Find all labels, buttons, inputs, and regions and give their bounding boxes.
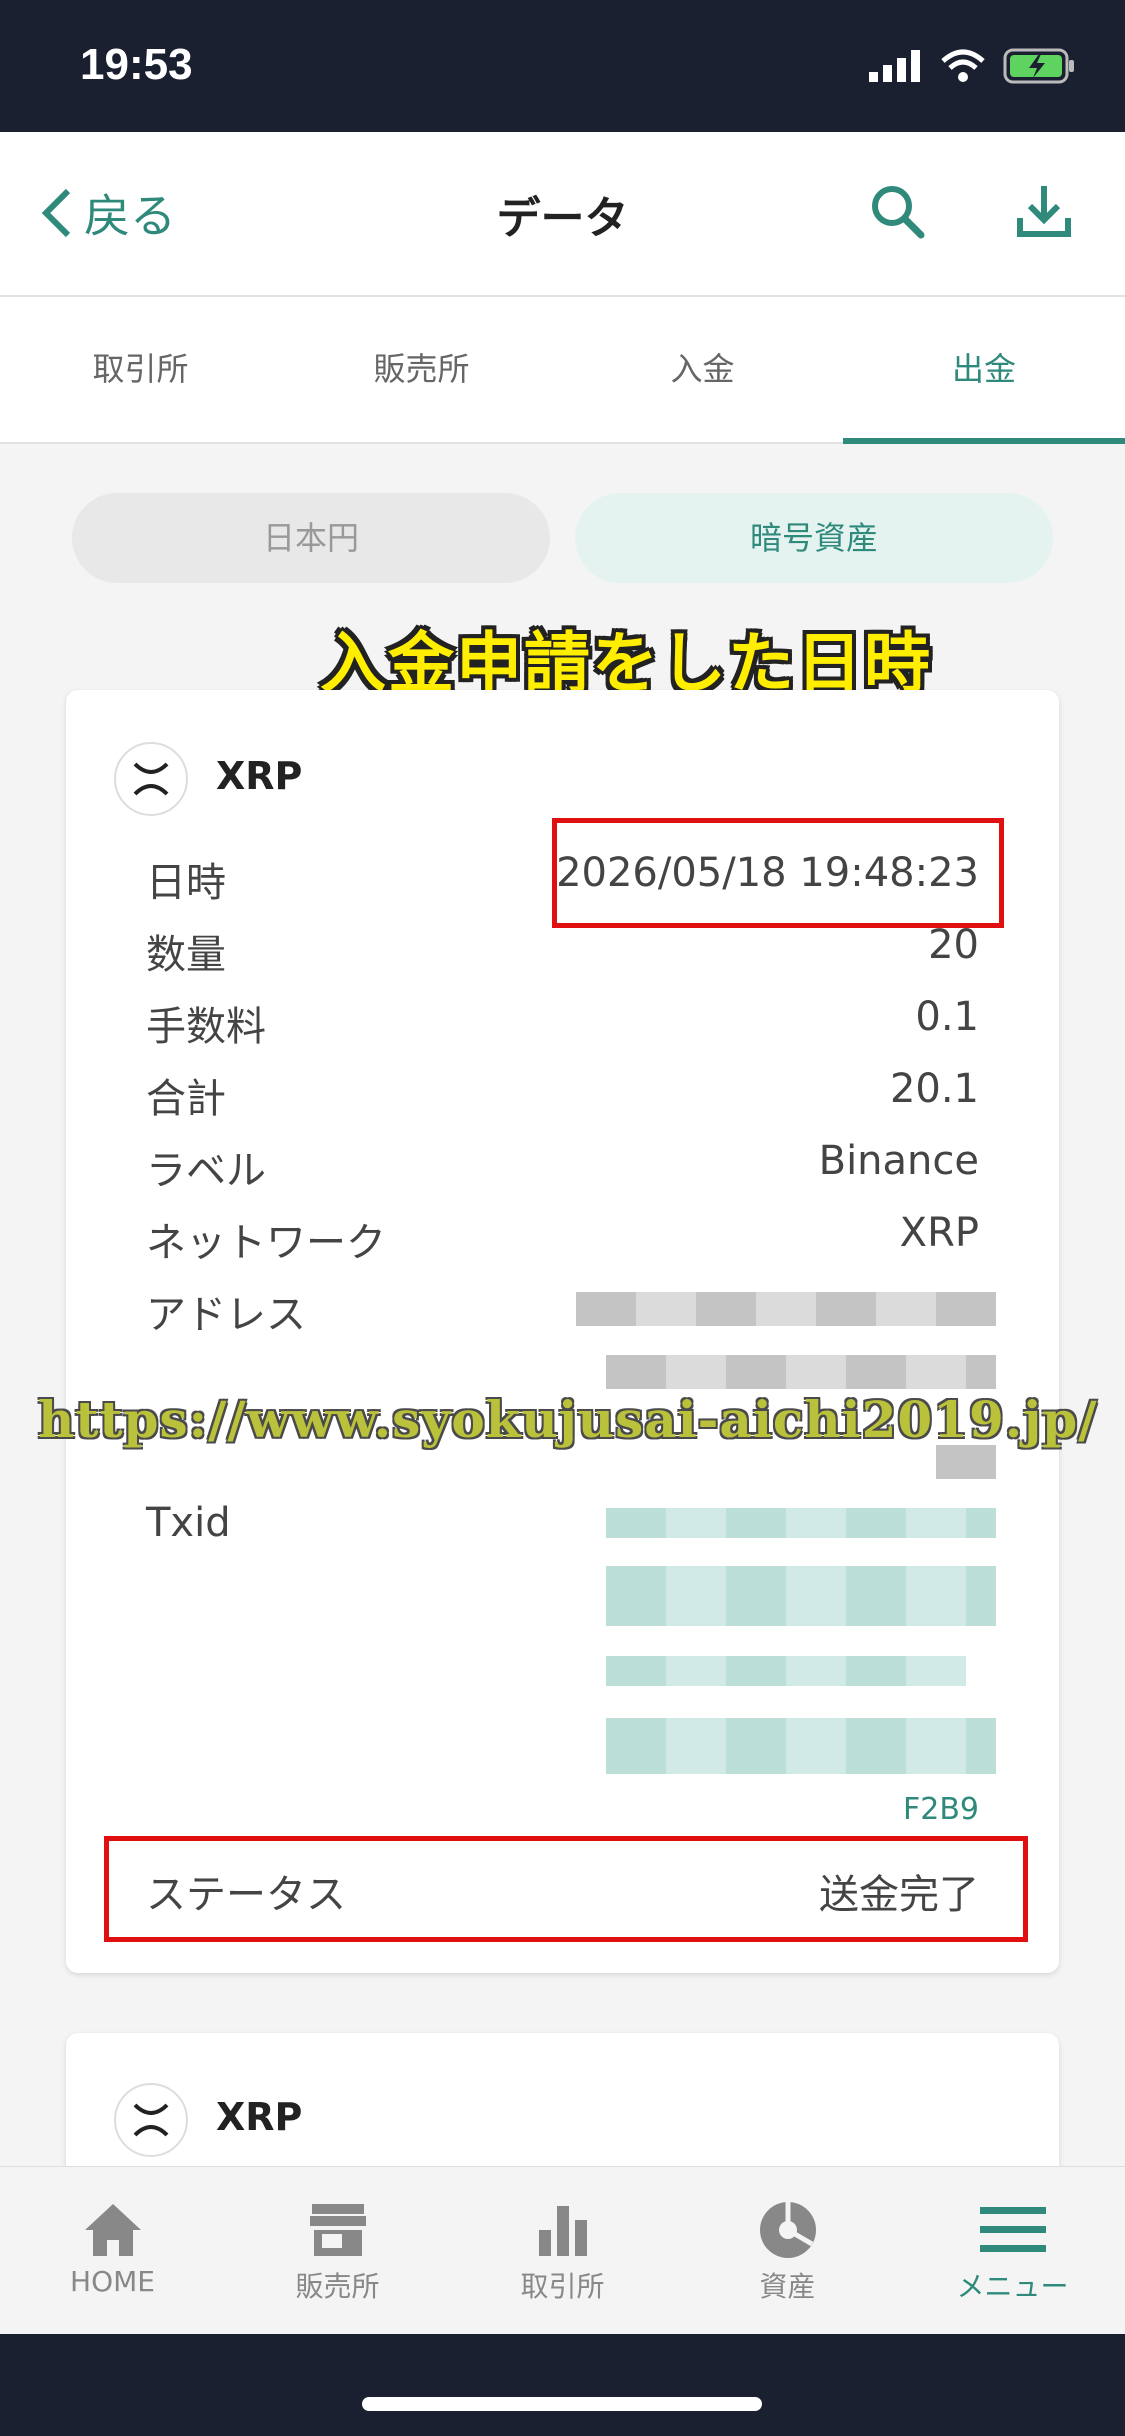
tab-sales[interactable]: 販売所 <box>281 297 562 442</box>
segment-crypto[interactable]: 暗号資産 <box>575 493 1053 583</box>
bottom-nav-menu[interactable]: メニュー <box>900 2195 1125 2305</box>
bottom-nav: HOME 販売所 取引所 資産 メニュー <box>0 2166 1125 2335</box>
address-redacted <box>936 1445 996 1479</box>
status-time: 19:53 <box>80 40 193 89</box>
status-bar: 19:53 <box>0 0 1125 132</box>
nav-bar: 戻る データ <box>0 132 1125 297</box>
highlight-box-datetime <box>552 818 1004 928</box>
bottom-nav-label: 資産 <box>759 2270 816 2303</box>
row-network: ネットワーク XRP <box>146 1210 979 1280</box>
row-total: 合計 20.1 <box>146 1066 979 1136</box>
tab-withdrawal[interactable]: 出金 <box>843 297 1125 444</box>
coin-name: XRP <box>216 754 303 798</box>
coin-name: XRP <box>216 2095 303 2139</box>
row-label: ラベル Binance <box>146 1138 979 1208</box>
txid-label: Txid <box>146 1500 231 1546</box>
txid-redacted <box>606 1656 966 1686</box>
home-icon <box>84 2204 141 2256</box>
tab-deposit[interactable]: 入金 <box>562 297 843 442</box>
pie-chart-icon <box>759 2202 816 2258</box>
tab-exchange[interactable]: 取引所 <box>0 297 281 442</box>
home-indicator-area <box>0 2334 1125 2436</box>
page-title: データ <box>496 193 629 244</box>
tab-bar: 取引所 販売所 入金 出金 <box>0 297 1125 444</box>
store-icon <box>309 2204 366 2256</box>
bottom-nav-label: メニュー <box>956 2270 1069 2303</box>
xrp-logo-icon <box>114 2083 188 2157</box>
bottom-nav-label: 取引所 <box>520 2270 605 2303</box>
amount-label: 数量 <box>146 932 226 978</box>
highlight-box-status <box>104 1836 1028 1942</box>
bottom-nav-assets[interactable]: 資産 <box>675 2195 900 2305</box>
total-value: 20.1 <box>889 1066 979 1112</box>
txid-redacted <box>606 1508 996 1538</box>
bottom-nav-exchange[interactable]: 取引所 <box>450 2195 675 2305</box>
row-amount: 数量 20 <box>146 922 979 992</box>
home-indicator[interactable] <box>362 2397 762 2411</box>
battery-icon <box>1003 48 1074 84</box>
fee-value: 0.1 <box>915 994 979 1040</box>
address-redacted <box>576 1292 996 1326</box>
bottom-nav-label: 販売所 <box>295 2270 380 2303</box>
label-value: Binance <box>818 1138 979 1184</box>
bar-chart-icon <box>538 2206 587 2256</box>
txid-redacted <box>606 1566 996 1626</box>
fee-label: 手数料 <box>146 1004 266 1050</box>
watermark-url: https://www.syokujusai-aichi2019.jp/ <box>38 1390 1098 1449</box>
datetime-label: 日時 <box>146 860 226 906</box>
signal-icon <box>869 50 920 82</box>
menu-icon <box>979 2207 1046 2252</box>
download-icon <box>1017 186 1071 237</box>
txid-redacted <box>606 1718 996 1774</box>
network-value: XRP <box>899 1210 979 1256</box>
amount-value: 20 <box>928 922 979 968</box>
total-label: 合計 <box>146 1076 226 1122</box>
bottom-nav-label: HOME <box>70 2265 155 2298</box>
wifi-icon <box>941 49 985 82</box>
search-icon <box>872 186 925 239</box>
segment-jpy[interactable]: 日本円 <box>72 493 550 583</box>
xrp-logo-icon <box>114 742 188 816</box>
download-button[interactable] <box>1016 182 1072 244</box>
row-fee: 手数料 0.1 <box>146 994 979 1064</box>
search-button[interactable] <box>868 182 926 244</box>
address-redacted <box>606 1355 996 1389</box>
bottom-nav-sales[interactable]: 販売所 <box>225 2195 450 2305</box>
network-label: ネットワーク <box>146 1220 386 1266</box>
address-label: アドレス <box>146 1292 306 1338</box>
bottom-nav-home[interactable]: HOME <box>0 2195 225 2298</box>
txid-tail[interactable]: F2B9 <box>903 1792 979 1827</box>
label-label: ラベル <box>146 1148 266 1194</box>
